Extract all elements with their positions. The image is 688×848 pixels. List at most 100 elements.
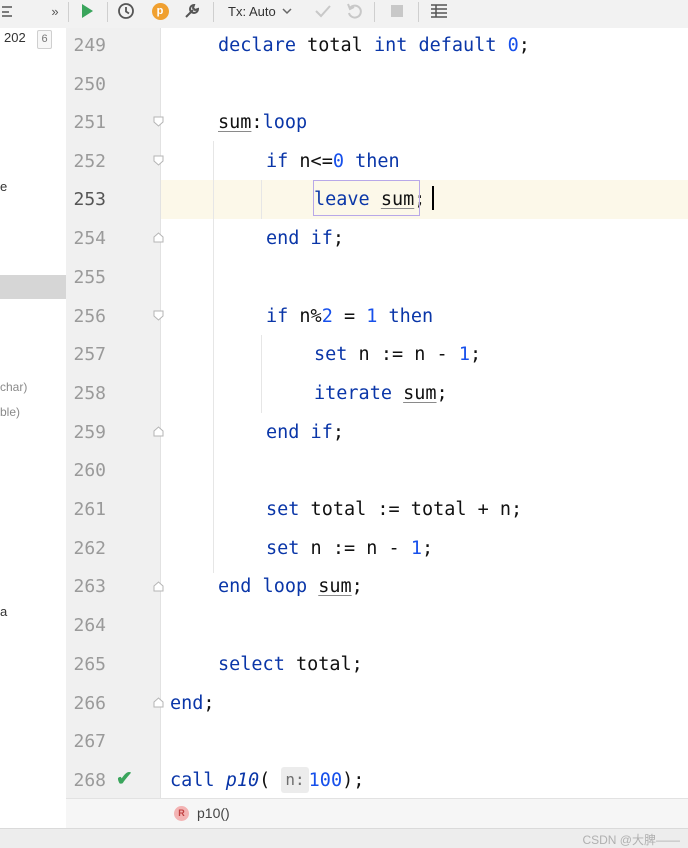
code-line[interactable]: if n%2 = 1 then — [161, 297, 688, 336]
identifier-highlight-box — [313, 180, 420, 216]
breadcrumb: R p10() — [66, 798, 688, 829]
code-text: n<= — [288, 151, 333, 172]
code-line[interactable]: set n := n - 1; — [161, 529, 688, 568]
code-line[interactable]: declare total int default 0; — [161, 26, 688, 65]
code-keyword: if — [266, 306, 289, 327]
code-text: ; — [421, 538, 434, 559]
code-keyword: end loop — [218, 576, 308, 597]
code-line[interactable]: select total; — [161, 645, 688, 684]
code-text: total — [295, 35, 374, 56]
code-keyword: end if — [266, 422, 333, 443]
code-text: n := n - — [299, 538, 411, 559]
code-text: total := total + n; — [299, 499, 523, 520]
run-button[interactable] — [76, 0, 98, 22]
line-number: 268 — [73, 770, 106, 791]
rollback-button[interactable] — [344, 0, 366, 22]
output-table-button[interactable] — [428, 0, 450, 22]
toolbar-separator — [68, 2, 69, 22]
code-line[interactable]: set n := n - 1; — [161, 335, 688, 374]
tx-mode-label: Tx: Auto — [228, 3, 276, 19]
toolbar-separator — [374, 2, 375, 22]
code-keyword: int default — [373, 35, 497, 56]
code-keyword: end if — [266, 228, 333, 249]
stop-icon — [391, 5, 403, 17]
code-text: ; — [332, 422, 344, 443]
tree-item-fragment[interactable]: e — [0, 179, 7, 194]
run-success-check-icon: ✔ — [116, 768, 133, 790]
tree-item-fragment[interactable]: char) — [0, 380, 27, 394]
line-number: 257 — [73, 344, 106, 365]
toolbar-separator — [213, 2, 214, 22]
check-icon — [315, 5, 331, 18]
collapse-icon[interactable] — [0, 0, 14, 22]
code-number: 1 — [410, 538, 422, 559]
code-keyword: then — [377, 306, 434, 327]
tree-item-label[interactable]: 202 — [4, 30, 26, 45]
database-tree-panel: 202 6 e char) ble) a — [0, 28, 67, 828]
code-line[interactable]: set total := total + n; — [161, 490, 688, 529]
code-number: 0 — [507, 35, 519, 56]
breadcrumb-item[interactable]: p10() — [197, 805, 230, 821]
line-number: 263 — [73, 576, 106, 597]
chevron-down-icon — [282, 8, 292, 15]
line-number: 254 — [73, 228, 106, 249]
toolbar-separator — [107, 2, 108, 22]
commit-button[interactable] — [312, 0, 334, 22]
overflow-button[interactable]: » — [46, 0, 64, 22]
code-keyword: then — [343, 151, 400, 172]
code-keyword: set — [266, 538, 300, 559]
code-keyword: call — [170, 770, 215, 791]
tree-item-selected[interactable] — [0, 275, 66, 299]
code-number: 1 — [458, 344, 470, 365]
code-text: ; — [332, 228, 344, 249]
line-number: 252 — [73, 151, 106, 172]
tree-item-fragment[interactable]: ble) — [0, 405, 20, 419]
code-keyword: set — [266, 499, 300, 520]
code-keyword: loop — [262, 112, 308, 133]
line-number: 253 — [73, 189, 106, 210]
code-number: 1 — [366, 306, 378, 327]
code-line[interactable]: end loop sum; — [161, 567, 688, 606]
history-button[interactable] — [115, 0, 137, 22]
code-line[interactable]: call p10( n: 100); — [161, 761, 688, 800]
line-number: 260 — [73, 460, 106, 481]
code-keyword: iterate — [314, 383, 392, 404]
code-line[interactable]: sum:loop — [161, 103, 688, 142]
line-number: 265 — [73, 654, 106, 675]
code-line[interactable]: end if; — [161, 413, 688, 452]
undo-icon — [347, 3, 362, 19]
code-keyword: if — [266, 151, 289, 172]
line-number: 262 — [73, 538, 106, 559]
line-number: 259 — [73, 422, 106, 443]
code-line[interactable]: leave sum; — [161, 180, 688, 219]
code-text: ); — [342, 770, 365, 791]
line-number: 249 — [73, 35, 106, 56]
profile-button[interactable]: p — [149, 0, 171, 22]
text-caret — [432, 186, 434, 210]
tree-item-fragment[interactable]: a — [0, 604, 7, 619]
code-text: = — [332, 306, 367, 327]
line-number: 264 — [73, 615, 106, 636]
line-number: 251 — [73, 112, 106, 133]
code-text: n := n - — [347, 344, 459, 365]
toolbar-separator — [418, 2, 419, 22]
code-keyword: set — [314, 344, 348, 365]
code-label: sum — [218, 112, 252, 133]
code-text: ; — [436, 383, 448, 404]
code-line[interactable]: end; — [161, 684, 688, 723]
code-text: : — [251, 112, 263, 133]
code-label: sum — [318, 576, 352, 597]
tx-mode-dropdown[interactable]: Tx: Auto — [228, 0, 298, 22]
settings-button[interactable] — [181, 0, 203, 22]
code-line[interactable]: end if; — [161, 219, 688, 258]
p-badge-icon: p — [151, 2, 169, 20]
stop-button[interactable] — [386, 0, 408, 22]
code-text: ; — [518, 35, 530, 56]
play-icon — [82, 4, 93, 18]
routine-icon: R — [174, 806, 189, 821]
code-keyword: end — [170, 693, 204, 714]
code-line[interactable]: if n<=0 then — [161, 142, 688, 181]
code-line[interactable]: iterate sum; — [161, 374, 688, 413]
